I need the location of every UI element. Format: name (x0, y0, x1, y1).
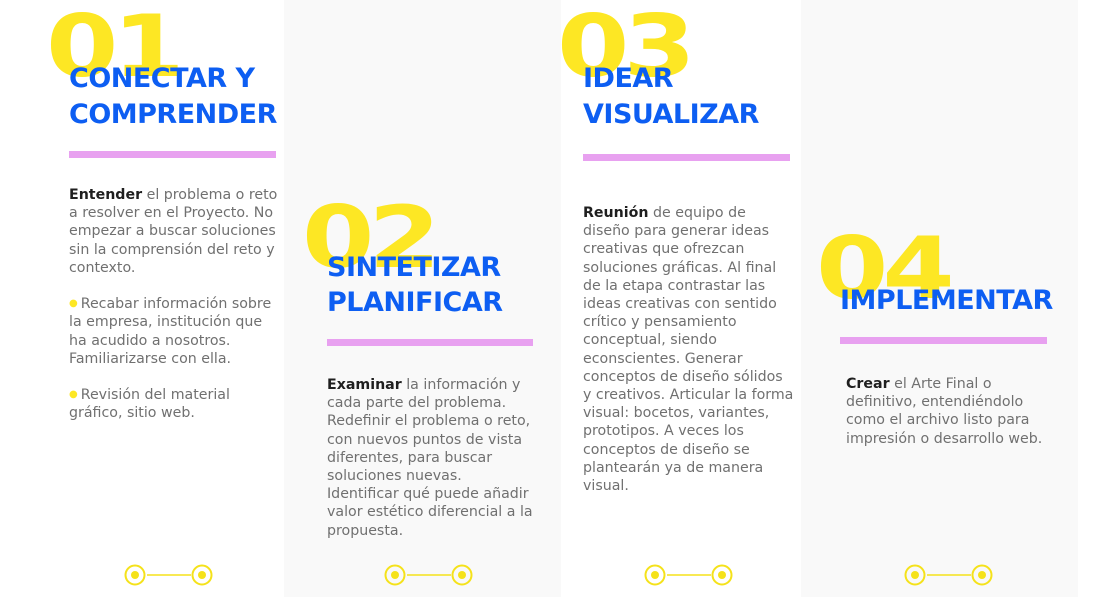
design-process-diagram: 01 CONECTAR Y COMPRENDER Entender el pro… (0, 0, 1119, 597)
step-title-line2: VISUALIZAR (583, 99, 759, 130)
bullet-dot-icon: ● (69, 298, 78, 310)
divider-bar (840, 337, 1047, 344)
step-description: Reunión de equipo de diseño para generar… (583, 204, 795, 495)
connector-dots-icon (384, 564, 473, 586)
step-title-line2: PLANIFICAR (327, 287, 503, 318)
step-description: Crear el Arte Final o definitivo, entend… (846, 375, 1056, 448)
lead-word: Entender (69, 187, 143, 203)
lead-word: Crear (846, 376, 890, 392)
step-title-line1: IDEAR (583, 63, 674, 94)
bullet-item: ● Revisión del material gráfico, sitio we… (69, 387, 230, 422)
description-text: de equipo de diseño para generar ideas c… (583, 205, 794, 495)
step-2: 02 SINTETIZAR PLANIFICAR Examinar la inf… (284, 0, 561, 597)
connector-dots-icon (124, 564, 213, 586)
step-4: 04 IMPLEMENTAR Crear el Arte Final o def… (801, 0, 1078, 597)
lead-word: Reunión (583, 205, 649, 221)
step-title-line1: CONECTAR Y (69, 63, 255, 94)
step-3: 03 IDEAR VISUALIZAR Reunión de equipo de… (557, 0, 801, 597)
step-1: 01 CONECTAR Y COMPRENDER Entender el pro… (0, 0, 284, 597)
connector-dots-icon (644, 564, 733, 586)
step-title-line1: SINTETIZAR (327, 252, 501, 283)
divider-bar (327, 339, 533, 346)
step-description: Examinar la información y cada parte del… (327, 376, 535, 540)
step-title-line1: IMPLEMENTAR (840, 285, 1053, 316)
step-description: Entender el problema o reto a resolver e… (69, 186, 281, 423)
divider-bar (69, 151, 276, 158)
divider-bar (583, 154, 790, 161)
bullet-dot-icon: ● (69, 389, 78, 401)
lead-word: Examinar (327, 377, 402, 393)
bullet-item: ● Recabar información sobre la empresa, i… (69, 296, 272, 367)
description-text: la información y cada parte del problema… (327, 377, 533, 539)
connector-dots-icon (904, 564, 993, 586)
step-title-line2: COMPRENDER (69, 99, 277, 130)
